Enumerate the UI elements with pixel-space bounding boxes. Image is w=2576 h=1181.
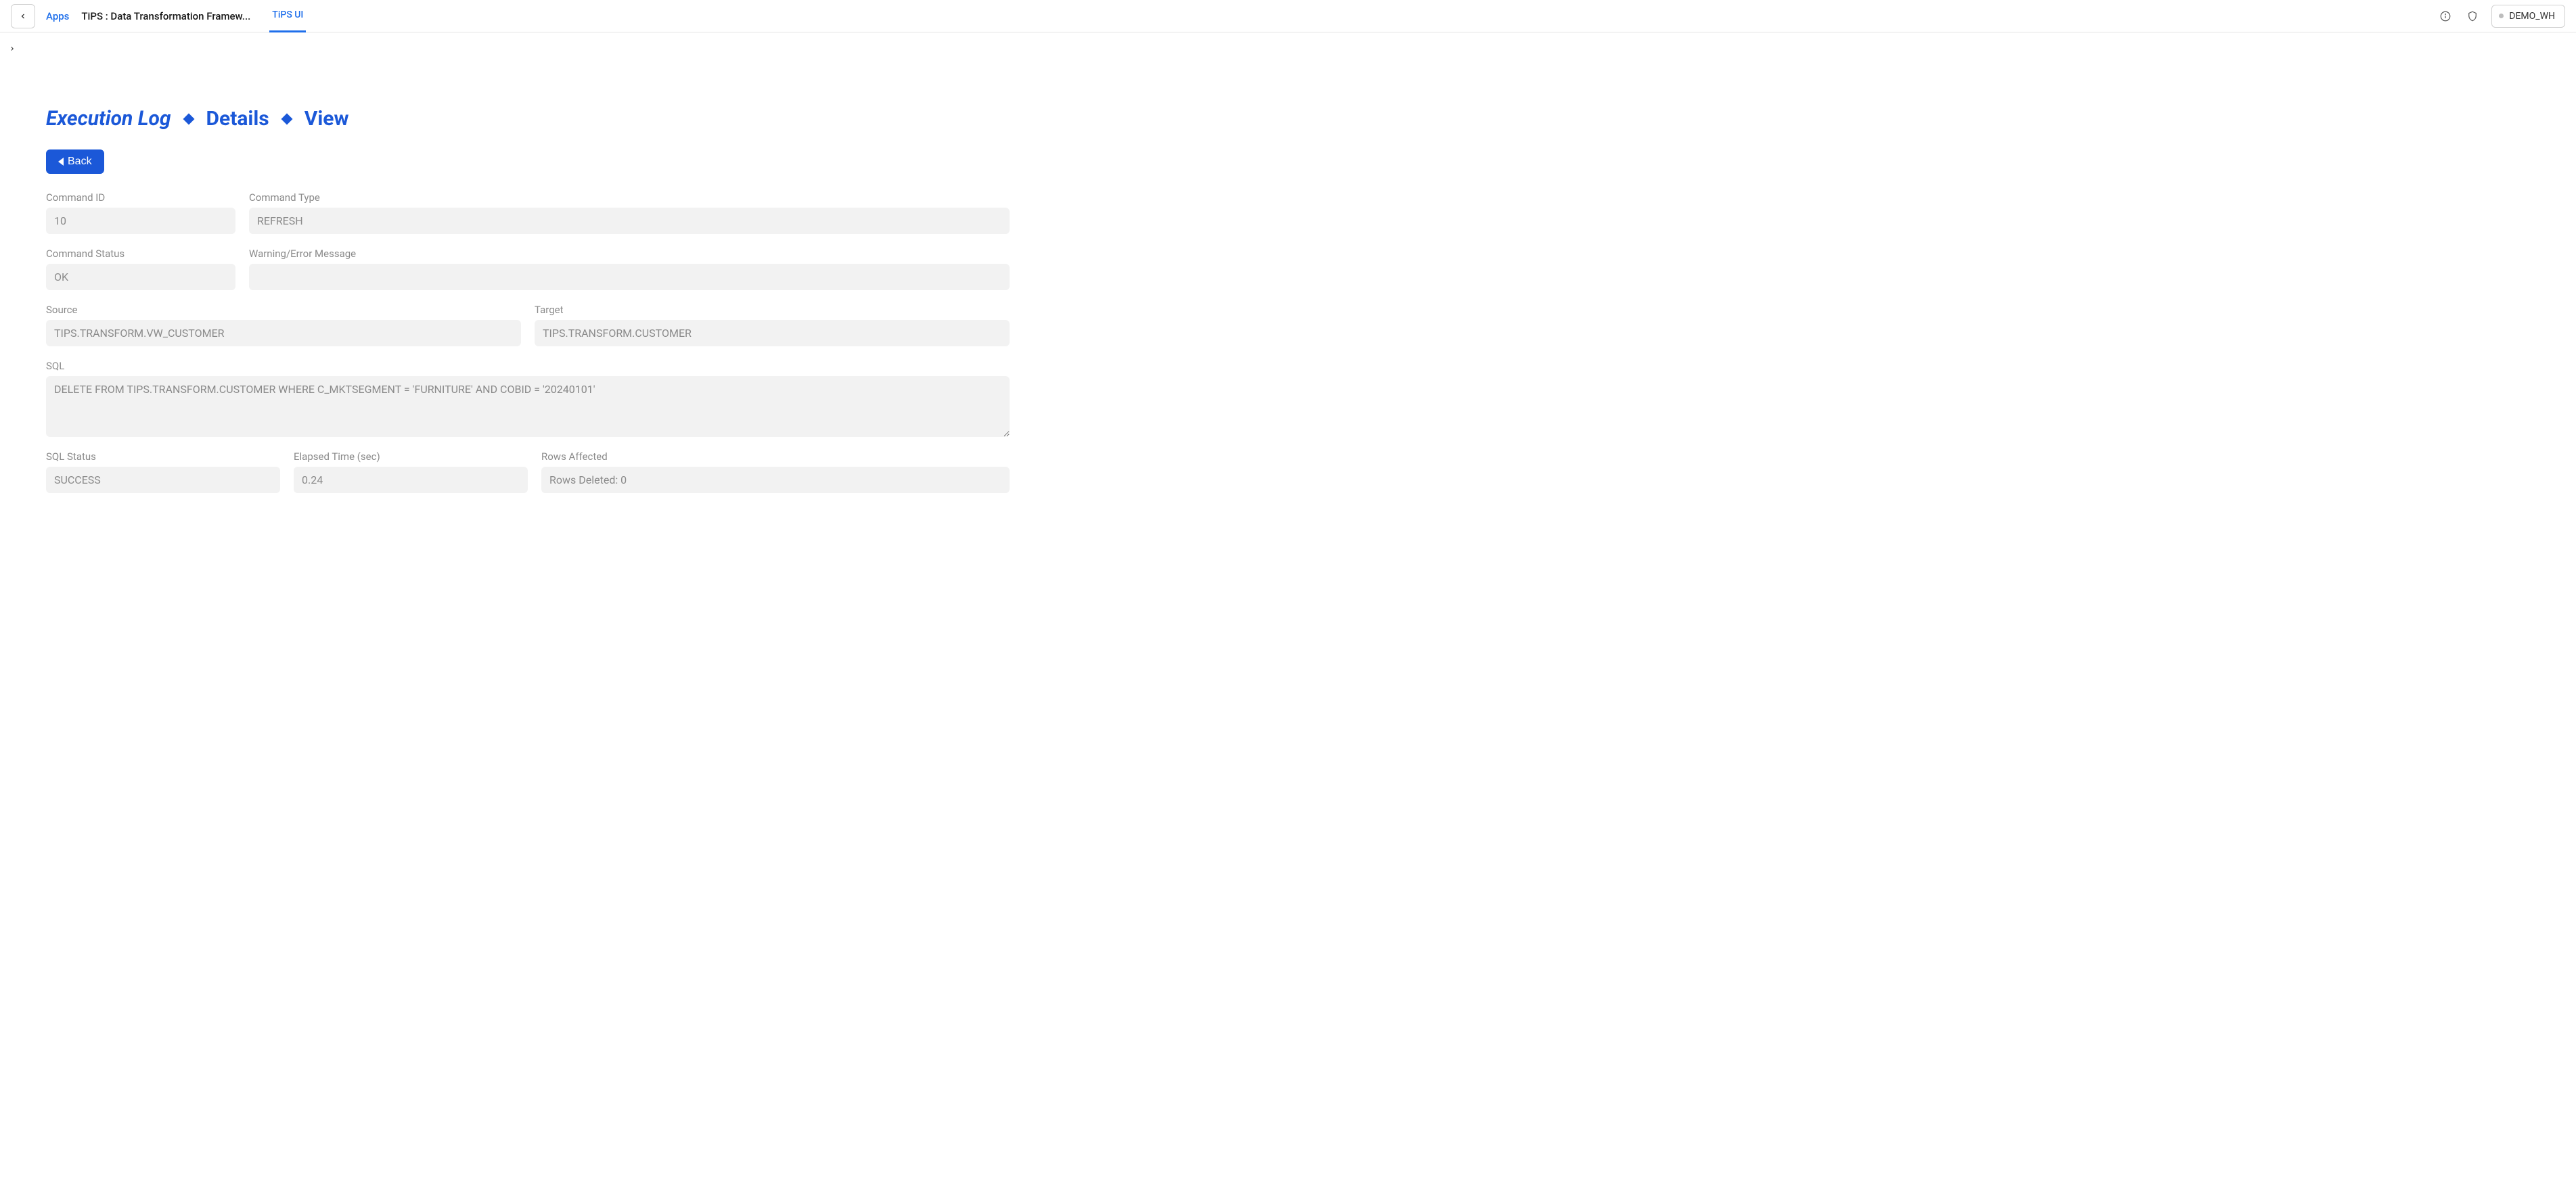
command-type-field: [249, 208, 1010, 234]
target-label: Target: [535, 304, 1010, 316]
title-seg-3: View: [304, 107, 349, 131]
sql-field: [46, 376, 1010, 437]
app-title: TiPS : Data Transformation Framew...: [81, 10, 250, 22]
sql-status-field: [46, 467, 280, 493]
back-button-label: Back: [68, 156, 92, 168]
page-title: Execution Log Details View: [46, 107, 1010, 131]
command-type-label: Command Type: [249, 191, 1010, 204]
rows-affected-field: [541, 467, 1010, 493]
elapsed-time-label: Elapsed Time (sec): [294, 450, 528, 463]
title-seg-2: Details: [206, 107, 269, 131]
target-field: [535, 320, 1010, 346]
main-content: Execution Log Details View Back Command …: [0, 32, 1056, 520]
warning-error-label: Warning/Error Message: [249, 248, 1010, 260]
rows-affected-label: Rows Affected: [541, 450, 1010, 463]
shield-icon: [2466, 10, 2479, 22]
info-icon: [2439, 10, 2451, 22]
chevron-right-icon: [9, 45, 16, 52]
warehouse-selector[interactable]: DEMO_WH: [2491, 5, 2565, 28]
command-id-field: [46, 208, 235, 234]
command-status-field: [46, 264, 235, 290]
apps-link[interactable]: Apps: [46, 10, 69, 22]
source-label: Source: [46, 304, 521, 316]
elapsed-time-field: [294, 467, 528, 493]
warehouse-label: DEMO_WH: [2509, 11, 2555, 22]
shield-button[interactable]: [2462, 5, 2483, 27]
triangle-left-icon: [58, 158, 64, 166]
diamond-icon: [281, 113, 292, 124]
source-field: [46, 320, 521, 346]
info-button[interactable]: [2435, 5, 2456, 27]
chevron-left-icon: [19, 12, 27, 20]
status-dot-icon: [2499, 14, 2504, 18]
warning-error-field: [249, 264, 1010, 290]
back-button[interactable]: Back: [46, 149, 104, 174]
command-id-label: Command ID: [46, 191, 235, 204]
sidebar-expand-button[interactable]: [5, 42, 19, 55]
topbar: Apps TiPS : Data Transformation Framew..…: [0, 0, 2576, 32]
sql-label: SQL: [46, 360, 1010, 372]
nav-back-button[interactable]: [11, 4, 35, 28]
sql-status-label: SQL Status: [46, 450, 280, 463]
diamond-icon: [183, 113, 194, 124]
tab-tips-ui[interactable]: TiPS UI: [269, 0, 306, 32]
command-status-label: Command Status: [46, 248, 235, 260]
title-seg-1: Execution Log: [46, 107, 171, 131]
